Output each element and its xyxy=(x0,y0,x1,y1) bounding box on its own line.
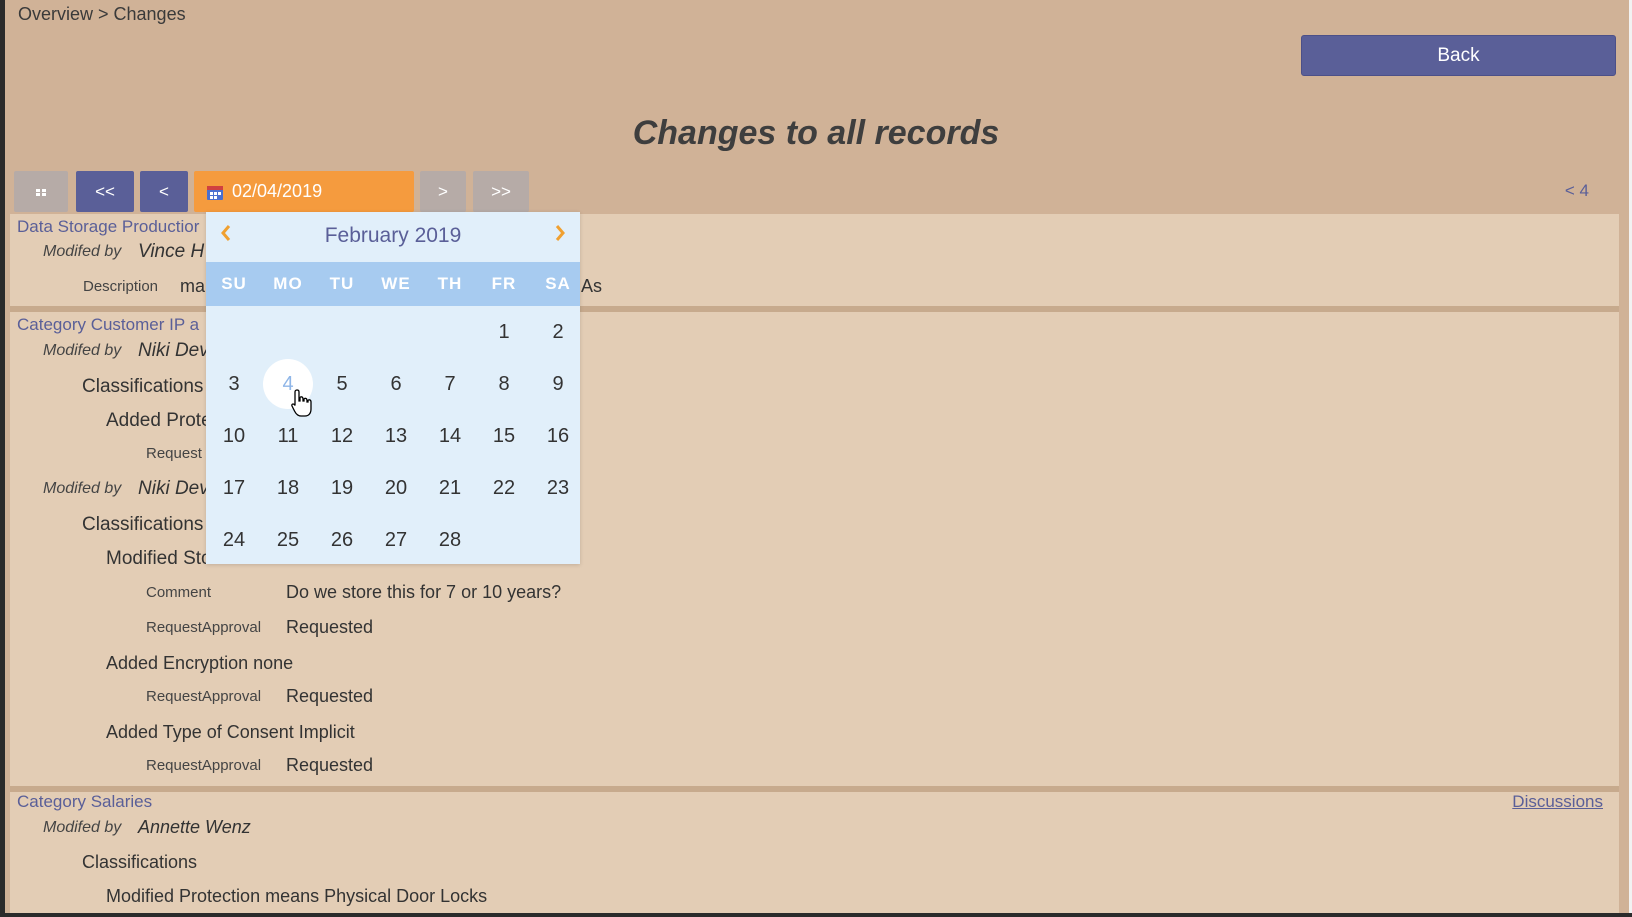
change-action: Added Encryption none xyxy=(106,653,294,673)
calendar-day-7[interactable]: 7 xyxy=(423,358,477,410)
change-action: Added Type of Consent Implicit xyxy=(106,722,355,742)
calendar-day-23[interactable]: 23 xyxy=(531,462,585,514)
date-toolbar: << < 02/04/2019 > >> < 4 xyxy=(14,171,1619,212)
calendar-day-6[interactable]: 6 xyxy=(369,358,423,410)
modified-by-value: Niki Dev xyxy=(138,340,209,361)
weekday-mo: MO xyxy=(273,274,303,293)
page-indicator[interactable]: < 4 xyxy=(1565,181,1589,201)
next-month-button[interactable] xyxy=(554,222,566,248)
description-value-start: ma xyxy=(180,276,206,296)
modified-by-value: Annette Wenz xyxy=(138,817,251,837)
calendar-day-13[interactable]: 13 xyxy=(369,410,423,462)
calendar-day-27[interactable]: 27 xyxy=(369,514,423,566)
last-page-button[interactable]: >> xyxy=(473,171,529,212)
modified-by-value: Niki Dev xyxy=(138,478,209,499)
calendar-day-18[interactable]: 18 xyxy=(261,462,315,514)
calendar-day-12[interactable]: 12 xyxy=(315,410,369,462)
request-label: Request xyxy=(146,445,202,462)
calendar-day-2[interactable]: 2 xyxy=(531,306,585,358)
modified-by-label: Modifed by xyxy=(43,819,122,836)
calendar-weekday-row: SU MO TU WE TH FR SA xyxy=(206,262,580,306)
calendar-day-26[interactable]: 26 xyxy=(315,514,369,566)
classifications-label: Classifications xyxy=(82,514,204,535)
calendar-day-9[interactable]: 9 xyxy=(531,358,585,410)
calendar-icon xyxy=(207,185,223,200)
view-toggle-button[interactable] xyxy=(14,171,68,212)
date-value: 02/04/2019 xyxy=(232,181,323,201)
calendar-day-20[interactable]: 20 xyxy=(369,462,423,514)
comment-label: Comment xyxy=(146,584,212,601)
change-action: Modified Protection means Physical Door … xyxy=(106,886,488,906)
calendar-month-label[interactable]: February 2019 xyxy=(206,224,580,248)
calendar-day-21[interactable]: 21 xyxy=(423,462,477,514)
modified-by-label: Modifed by xyxy=(43,342,122,359)
comment-value: Do we store this for 7 or 10 years? xyxy=(286,582,562,602)
breadcrumb[interactable]: Overview > Changes xyxy=(18,4,186,25)
request-approval-label: RequestApproval xyxy=(146,757,262,774)
back-button[interactable]: Back xyxy=(1301,35,1616,76)
change-action: Modified Sto xyxy=(106,548,212,569)
calendar-day-28[interactable]: 28 xyxy=(423,514,477,566)
request-approval-value: Requested xyxy=(286,617,374,637)
weekday-tu: TU xyxy=(329,274,355,293)
calendar-day-17[interactable]: 17 xyxy=(207,462,261,514)
calendar-day-22[interactable]: 22 xyxy=(477,462,531,514)
record-title[interactable]: Category Customer IP a xyxy=(17,315,199,335)
calendar-header: February 2019 xyxy=(206,212,580,262)
weekday-th: TH xyxy=(437,274,463,293)
record-salaries: Category Salaries Discussions Modifed by… xyxy=(10,792,1619,913)
discussions-link[interactable]: Discussions xyxy=(1512,792,1603,812)
weekday-su: SU xyxy=(221,274,247,293)
first-page-button[interactable]: << xyxy=(76,171,134,212)
calendar-day-5[interactable]: 5 xyxy=(315,358,369,410)
modified-by-label: Modifed by xyxy=(43,243,122,260)
request-approval-value: Requested xyxy=(286,686,374,706)
window-frame-bottom xyxy=(0,913,1632,917)
date-picker-popup: February 2019 SU MO TU WE TH FR SA 1 2 3 4 5 6 7 8 9 10… xyxy=(206,212,580,564)
request-approval-label: RequestApproval xyxy=(146,688,262,705)
weekday-sa: SA xyxy=(545,274,571,293)
calendar-day-19[interactable]: 19 xyxy=(315,462,369,514)
request-approval-value: Requested xyxy=(286,755,374,775)
calendar-day-8[interactable]: 8 xyxy=(477,358,531,410)
calendar-day-10[interactable]: 10 xyxy=(207,410,261,462)
page-title: Changes to all records xyxy=(632,114,1000,152)
date-input[interactable]: 02/04/2019 xyxy=(194,171,414,212)
record-title[interactable]: Category Salaries xyxy=(17,792,152,812)
weekday-we: WE xyxy=(381,274,411,293)
weekday-fr: FR xyxy=(491,274,517,293)
hand-pointer-icon xyxy=(291,389,312,417)
calendar-day-25[interactable]: 25 xyxy=(261,514,315,566)
next-page-button[interactable]: > xyxy=(420,171,466,212)
grid-icon xyxy=(36,188,46,196)
prev-page-button[interactable]: < xyxy=(140,171,188,212)
classifications-label: Classifications xyxy=(82,852,198,872)
calendar-day-16[interactable]: 16 xyxy=(531,410,585,462)
modified-by-value: Vince H xyxy=(138,241,205,262)
calendar-day-1[interactable]: 1 xyxy=(477,306,531,358)
chevron-right-icon xyxy=(555,225,565,241)
record-title[interactable]: Data Storage Productior xyxy=(17,217,199,237)
change-action: Added Prote xyxy=(106,410,212,431)
classifications-label: Classifications xyxy=(82,376,204,397)
calendar-day-3[interactable]: 3 xyxy=(207,358,261,410)
modified-by-label: Modifed by xyxy=(43,480,122,497)
calendar-day-15[interactable]: 15 xyxy=(477,410,531,462)
calendar-day-14[interactable]: 14 xyxy=(423,410,477,462)
calendar-day-24[interactable]: 24 xyxy=(207,514,261,566)
request-approval-label: RequestApproval xyxy=(146,619,262,636)
description-label: Description xyxy=(83,278,159,295)
